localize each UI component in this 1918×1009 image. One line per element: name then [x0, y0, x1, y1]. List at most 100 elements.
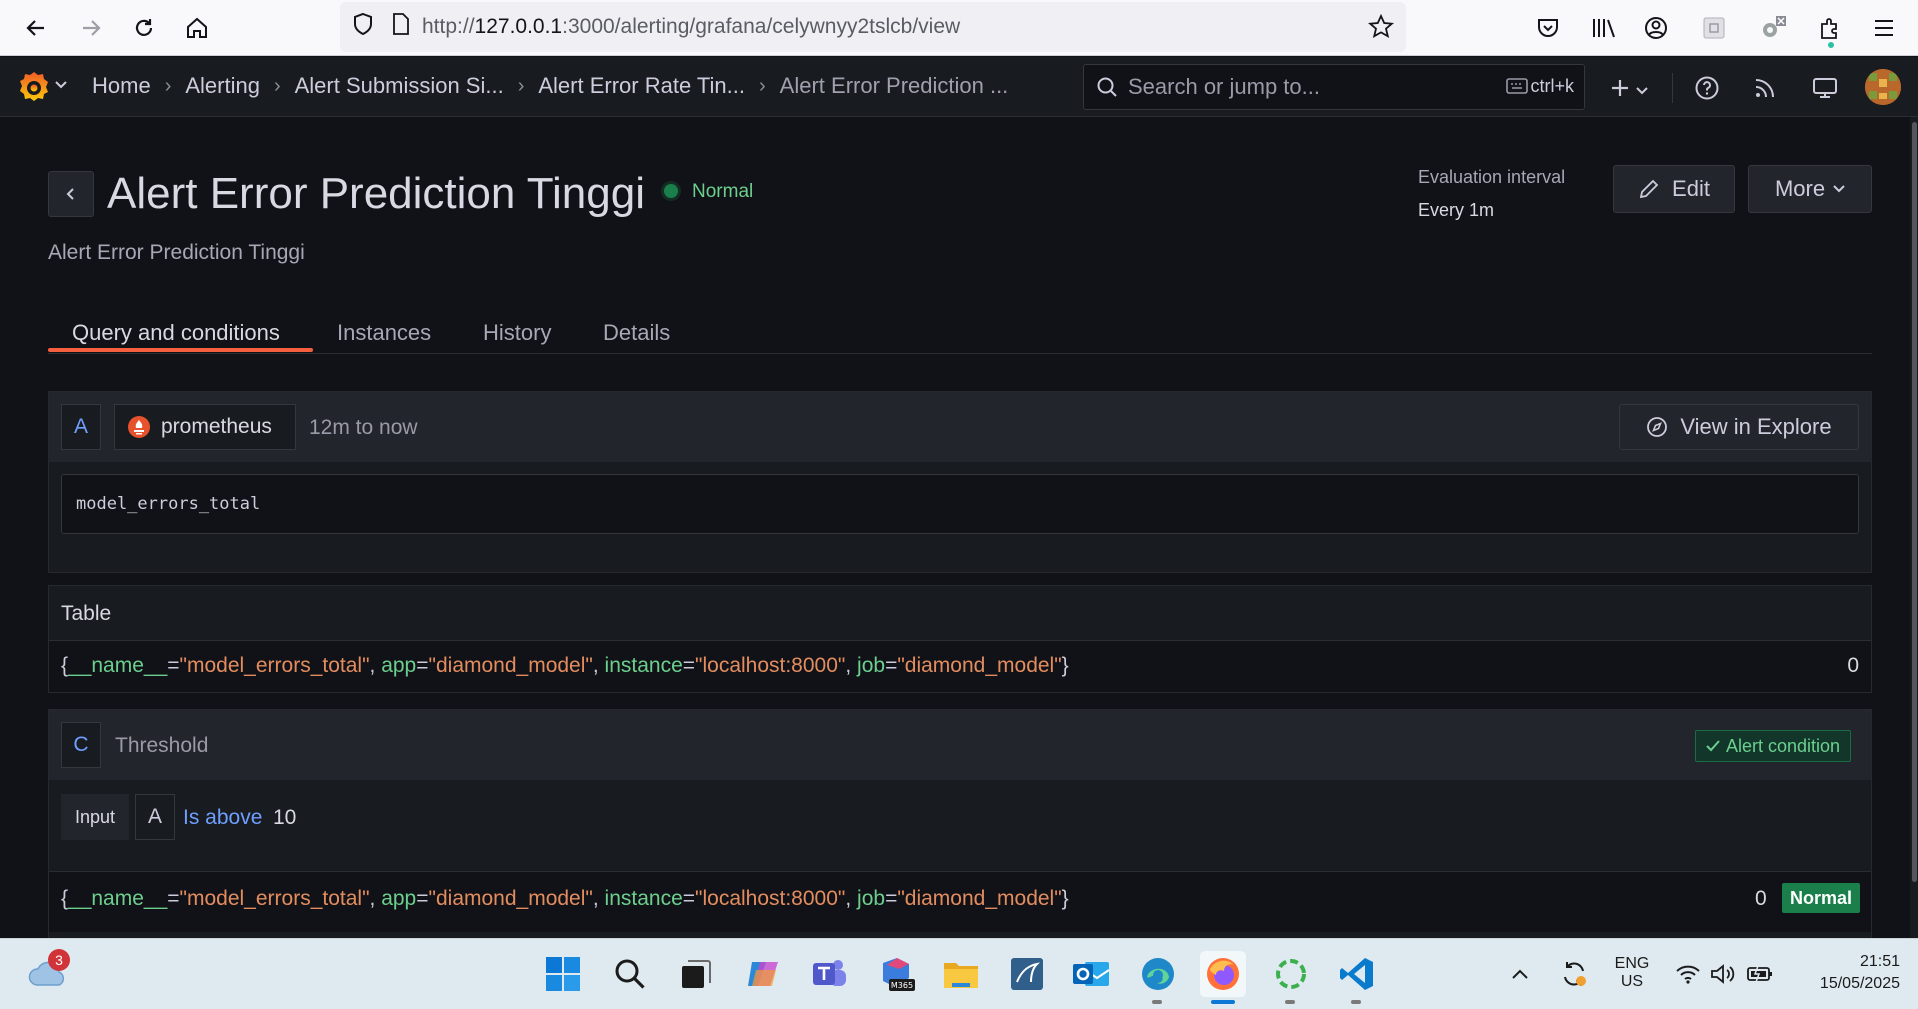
comma: , [845, 887, 858, 910]
breadcrumb: Home › Alerting › Alert Submission Si...… [92, 73, 1008, 99]
running-indicator [1285, 1000, 1295, 1004]
bookmark-star-icon[interactable] [1368, 13, 1394, 46]
copilot-icon[interactable] [740, 951, 786, 997]
page-title: Alert Error Prediction Tinggi [107, 169, 645, 218]
query-expression: model_errors_total [76, 494, 261, 514]
tab-query-and-conditions[interactable]: Query and conditions [72, 320, 280, 346]
active-tab-indicator [48, 348, 313, 352]
sync-status-icon[interactable] [1554, 951, 1594, 997]
volume-icon[interactable] [1705, 951, 1741, 997]
edge-browser-icon[interactable] [1135, 951, 1181, 997]
avatar[interactable] [1865, 69, 1901, 105]
label-value: "localhost:8000" [695, 887, 846, 910]
keyboard-icon [1506, 78, 1528, 99]
threshold-value[interactable]: 10 [273, 806, 296, 830]
input-ref-select[interactable]: A [135, 794, 175, 840]
extension-dot [1828, 42, 1834, 48]
forward-icon[interactable] [75, 12, 107, 44]
add-chevron-down-icon[interactable] [1636, 83, 1648, 101]
search-shortcut: ctrl+k [1530, 76, 1574, 96]
pocket-icon[interactable] [1532, 12, 1564, 44]
add-new-icon[interactable] [1603, 71, 1637, 105]
search-placeholder: Search or jump to... [1128, 74, 1320, 99]
equals-sign: = [885, 887, 898, 910]
breadcrumb-alerting[interactable]: Alerting [185, 73, 260, 99]
breadcrumb-home[interactable]: Home [92, 73, 151, 99]
vscode-icon[interactable] [1334, 951, 1380, 997]
comma: , [592, 654, 605, 677]
firefox-icon[interactable] [1200, 951, 1246, 997]
task-view-icon[interactable] [673, 951, 719, 997]
brace-close: } [1061, 887, 1069, 910]
search-taskbar-icon[interactable] [607, 951, 653, 997]
breadcrumb-group[interactable]: Alert Error Rate Tin... [538, 73, 745, 99]
battery-icon[interactable] [1742, 951, 1778, 997]
breadcrumb-separator-icon: › [759, 74, 766, 97]
browser-toolbar: http://127.0.0.1:3000/alerting/grafana/c… [0, 0, 1918, 56]
more-button[interactable]: More [1748, 165, 1872, 213]
label-key: __name__ [68, 654, 168, 677]
running-indicator [1351, 1000, 1361, 1004]
reload-icon[interactable] [128, 12, 160, 44]
running-indicator [1152, 1000, 1162, 1004]
language-indicator[interactable]: ENG US [1612, 955, 1652, 991]
extensions-puzzle-icon[interactable] [1814, 12, 1846, 44]
menu-hamburger-icon[interactable] [1868, 12, 1900, 44]
tray-chevron-up-icon[interactable] [1504, 951, 1536, 997]
account-icon[interactable] [1640, 12, 1672, 44]
comma: , [369, 654, 382, 677]
query-editor[interactable]: model_errors_total [61, 474, 1859, 534]
file-explorer-icon[interactable] [938, 951, 984, 997]
breadcrumb-folder[interactable]: Alert Submission Si... [295, 73, 504, 99]
url-text[interactable]: http://127.0.0.1:3000/alerting/grafana/c… [422, 15, 960, 39]
view-in-explore-label: View in Explore [1680, 414, 1832, 439]
label-key: app [381, 887, 417, 910]
clock-time: 21:51 [1859, 953, 1900, 970]
view-in-explore-button[interactable]: View in Explore [1619, 404, 1859, 450]
query-time-range: 12m to now [309, 416, 418, 439]
teams-icon[interactable] [806, 951, 852, 997]
label-key: job [857, 887, 886, 910]
prometheus-icon [128, 416, 150, 438]
url-bar[interactable]: http://127.0.0.1:3000/alerting/grafana/c… [340, 2, 1406, 52]
help-icon[interactable] [1690, 71, 1724, 105]
extension-gear-icon[interactable] [1756, 12, 1788, 44]
breadcrumb-separator-icon: › [517, 74, 525, 97]
tab-history[interactable]: History [483, 320, 551, 346]
alert-condition-label: Alert condition [1726, 735, 1841, 756]
scrollbar-thumb[interactable] [1912, 122, 1917, 882]
state-label: Normal [692, 181, 754, 202]
wifi-icon[interactable] [1670, 951, 1706, 997]
back-icon[interactable] [20, 12, 52, 44]
news-feed-icon[interactable] [1748, 71, 1782, 105]
home-icon[interactable] [181, 12, 213, 44]
library-icon[interactable] [1588, 12, 1620, 44]
breadcrumb-separator-icon: › [164, 74, 172, 97]
label-key: instance [604, 654, 683, 677]
pen-icon [1639, 179, 1659, 199]
microsoft-365-icon[interactable]: M365 [873, 951, 919, 997]
svg-text:M365: M365 [891, 981, 913, 990]
condition-header [49, 710, 1871, 780]
shield-icon[interactable] [352, 12, 374, 42]
tab-details[interactable]: Details [603, 320, 670, 346]
series-value: 0 [1847, 654, 1859, 677]
operator-select[interactable]: Is above [183, 806, 262, 830]
mysql-workbench-icon[interactable] [1004, 951, 1050, 997]
extension-container-icon[interactable] [1698, 12, 1730, 44]
label-value: "model_errors_total" [179, 654, 370, 677]
search-input[interactable]: Search or jump to... ctrl+k [1083, 64, 1585, 110]
loading-app-icon[interactable] [1268, 951, 1314, 997]
outlook-icon[interactable] [1068, 951, 1114, 997]
kiosk-mode-icon[interactable] [1808, 71, 1842, 105]
label-value: "diamond_model" [897, 887, 1062, 910]
tab-instances[interactable]: Instances [337, 320, 431, 346]
region-code: US [1620, 973, 1644, 990]
edit-button[interactable]: Edit [1613, 165, 1735, 213]
grafana-logo-icon[interactable] [16, 69, 52, 110]
page-info-icon[interactable] [392, 13, 410, 41]
start-windows-icon[interactable] [540, 951, 586, 997]
clock[interactable]: 21:51 15/05/2025 [1790, 953, 1900, 993]
back-button[interactable] [48, 171, 94, 217]
logo-chevron-down-icon[interactable] [55, 77, 67, 95]
